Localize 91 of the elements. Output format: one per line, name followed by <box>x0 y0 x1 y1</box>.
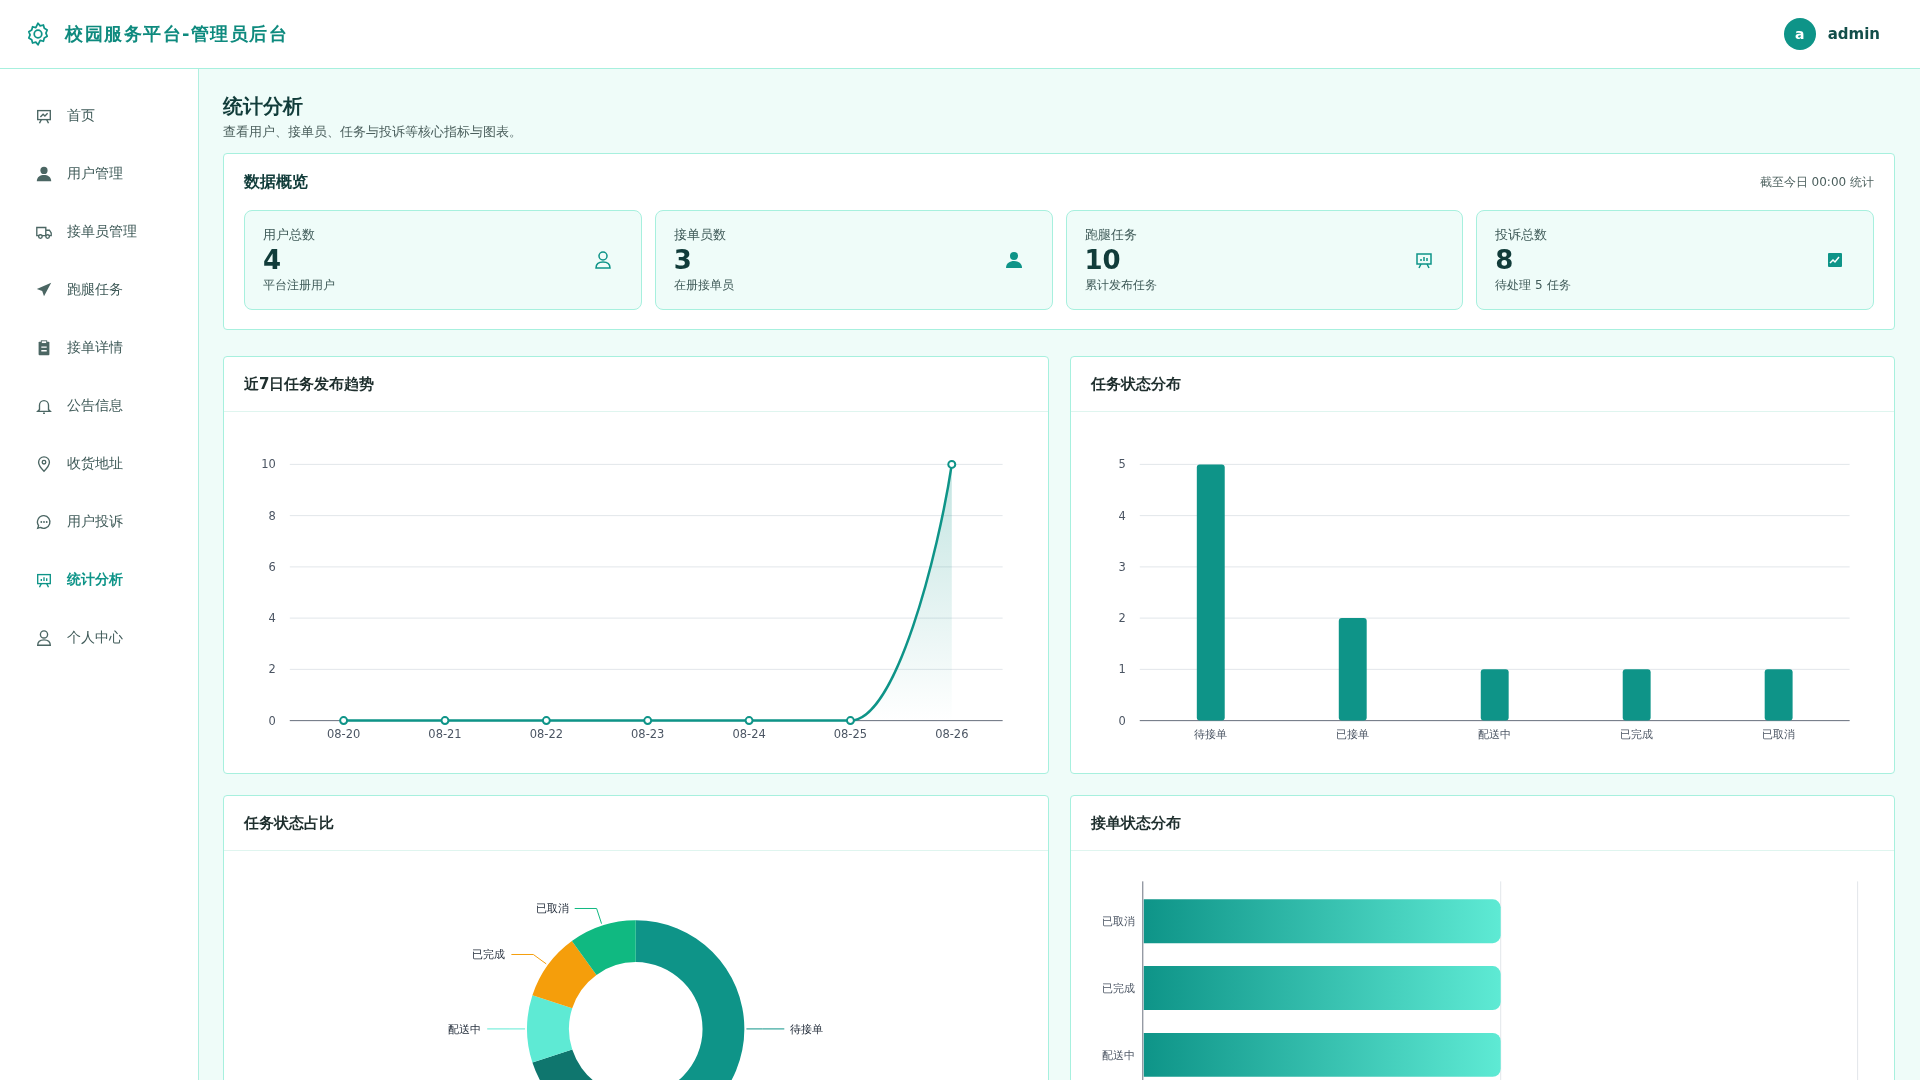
axis-label: 08-24 <box>732 726 766 741</box>
axis-label: 已完成 <box>1101 981 1135 996</box>
data-point <box>541 716 551 726</box>
axis-label: 6 <box>268 559 276 574</box>
axis-label: 08-26 <box>935 726 969 741</box>
user-icon <box>35 629 53 647</box>
axis-label: 配送中 <box>1477 726 1511 741</box>
chart-title: 近7日任务发布趋势 <box>244 374 375 394</box>
sidebar-item[interactable]: 公告信息 <box>0 377 198 435</box>
stat-label: 跑腿任务 <box>1084 225 1138 244</box>
sidebar-item[interactable]: 接单详情 <box>0 319 198 377</box>
axis-label: 待接单 <box>1193 726 1227 741</box>
sidebar-item[interactable]: 接单员管理 <box>0 203 198 261</box>
data-point <box>440 716 450 726</box>
user-icon <box>1003 250 1024 270</box>
axis-label: 3 <box>1118 559 1126 574</box>
axis-label: 08-20 <box>327 726 361 741</box>
stat-caption: 平台注册用户 <box>263 277 335 295</box>
gear-icon <box>25 21 51 47</box>
line-chart-icon <box>1825 250 1845 270</box>
axis-label: 08-25 <box>833 726 868 741</box>
sidebar-item[interactable]: 跑腿任务 <box>0 261 198 319</box>
stat-caption: 待处理 5 任务 <box>1495 277 1571 295</box>
slice-label: 待接单 <box>790 1021 824 1036</box>
axis-label: 已接单 <box>1335 726 1369 741</box>
leader-line <box>574 908 603 925</box>
leader-line <box>486 1028 526 1030</box>
stat-value: 3 <box>673 245 693 276</box>
chart-board-icon <box>35 107 53 125</box>
axis-label: 08-22 <box>529 726 563 741</box>
bar <box>1480 669 1509 721</box>
stat-caption: 在册接单员 <box>673 277 734 295</box>
slice-label: 配送中 <box>448 1021 482 1036</box>
data-point <box>643 716 653 726</box>
avatar[interactable]: a <box>1783 18 1816 50</box>
axis-label: 配送中 <box>1101 1047 1135 1062</box>
axis-label: 0 <box>268 713 276 728</box>
user-name[interactable]: admin <box>1827 25 1880 43</box>
stat-label: 投诉总数 <box>1495 225 1549 244</box>
chart-board-icon <box>1414 250 1435 270</box>
axis-label: 5 <box>1118 457 1126 472</box>
data-point <box>947 459 957 469</box>
sidebar-item[interactable]: 首页 <box>0 87 198 145</box>
axis-label: 已取消 <box>1761 726 1795 741</box>
section-title: 数据概览 <box>244 172 308 193</box>
axis-label: 2 <box>268 662 276 677</box>
axis-label: 4 <box>268 611 276 626</box>
axis-label: 2 <box>1118 611 1126 626</box>
user-icon <box>35 165 53 183</box>
bell-icon <box>35 397 53 415</box>
axis-label: 4 <box>1118 508 1126 523</box>
leader-line <box>510 954 547 965</box>
axis-label: 0 <box>1118 713 1126 728</box>
bar <box>1764 669 1793 721</box>
data-point <box>339 716 349 726</box>
axis-label: 10 <box>261 457 276 472</box>
stats-note: 截至今日 00:00 统计 <box>1759 174 1874 191</box>
axis-label: 08-23 <box>631 726 665 741</box>
user-icon <box>592 250 613 270</box>
chart-board-icon <box>35 571 53 589</box>
slice-label: 已取消 <box>535 901 569 916</box>
stat-value: 8 <box>1495 245 1515 276</box>
stat-label: 用户总数 <box>263 225 316 244</box>
axis-label: 08-21 <box>428 726 462 741</box>
data-point <box>845 716 855 726</box>
page-subtitle: 查看用户、接单员、任务与投诉等核心指标与图表。 <box>223 124 523 141</box>
sidebar-item[interactable]: 用户管理 <box>0 145 198 203</box>
stat-caption: 累计发布任务 <box>1084 277 1157 295</box>
bar <box>1622 669 1651 721</box>
stat-value: 10 <box>1084 245 1122 276</box>
donut-slice <box>532 941 597 1009</box>
sidebar-item[interactable]: 个人中心 <box>0 609 198 667</box>
axis-label: 8 <box>268 508 276 523</box>
sidebar-item[interactable]: 收货地址 <box>0 435 198 493</box>
axis-label: 已取消 <box>1101 914 1135 929</box>
chart-title: 接单状态分布 <box>1090 813 1181 833</box>
page-title: 统计分析 <box>223 93 304 120</box>
slice-label: 已完成 <box>472 947 506 962</box>
data-point <box>744 716 754 726</box>
location-pin-icon <box>35 455 53 473</box>
stat-label: 接单员数 <box>673 225 727 244</box>
leader-line <box>745 1028 785 1030</box>
chat-bubble-icon <box>35 513 53 531</box>
stat-value: 4 <box>263 245 283 276</box>
sidebar-item[interactable]: 用户投诉 <box>0 493 198 551</box>
sidebar-item[interactable]: 统计分析 <box>0 551 198 609</box>
chart-title: 任务状态分布 <box>1090 374 1181 394</box>
app-title: 校园服务平台-管理员后台 <box>65 22 289 46</box>
chart-title: 任务状态占比 <box>244 813 334 833</box>
axis-label: 1 <box>1118 662 1126 677</box>
axis-label: 已完成 <box>1619 726 1653 741</box>
